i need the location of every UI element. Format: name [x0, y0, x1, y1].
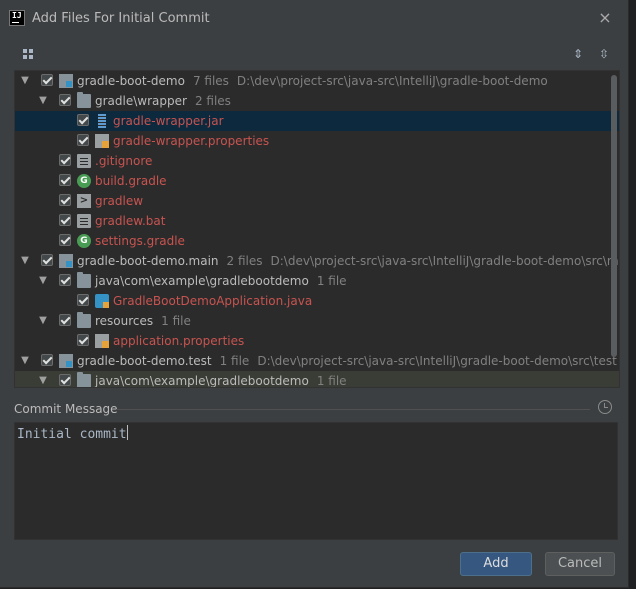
tree-row[interactable]: ▼ java\com\example\gradlebootdemo 1 file	[15, 271, 619, 291]
close-icon[interactable]: ×	[596, 8, 614, 27]
checkbox[interactable]	[41, 74, 53, 86]
chevron-down-icon[interactable]: ▼	[37, 271, 49, 291]
tree-row-label: gradlew.bat	[95, 214, 166, 228]
chevron-down-icon[interactable]: ▼	[37, 371, 49, 387]
tree-row-label: java\com\example\gradlebootdemo 1 file	[95, 274, 347, 288]
commit-message-label: Commit Message	[14, 402, 118, 416]
tree-row-label: resources 1 file	[95, 314, 191, 328]
tree-row[interactable]: G build.gradle	[15, 171, 619, 191]
tree-row[interactable]: ▼ gradle-boot-demo.main 2 files D:\dev\pro…	[15, 251, 619, 271]
commit-message-text[interactable]: Initial commit	[17, 425, 128, 442]
chevron-down-icon[interactable]: ▼	[37, 91, 49, 111]
checkbox[interactable]	[59, 214, 71, 226]
shell-script-icon: >	[77, 194, 91, 208]
tree-row[interactable]: GradleBootDemoApplication.java	[15, 291, 619, 311]
checkbox[interactable]	[59, 194, 71, 206]
checkbox[interactable]	[59, 94, 71, 106]
module-icon	[59, 354, 73, 368]
cancel-button[interactable]: Cancel	[545, 552, 615, 576]
chevron-down-icon[interactable]: ▼	[19, 351, 31, 371]
tree-row-label: build.gradle	[95, 174, 167, 188]
chevron-down-icon[interactable]: ▼	[19, 71, 31, 91]
gitignore-file-icon	[77, 154, 91, 168]
tree-row-label: gradle-wrapper.jar	[113, 114, 224, 128]
checkbox[interactable]	[77, 134, 89, 146]
group-by-icon[interactable]	[23, 49, 35, 61]
tree-row-label: application.properties	[113, 334, 245, 348]
chevron-down-icon[interactable]: ▼	[19, 251, 31, 271]
title-bar: IJ Add Files For Initial Commit ×	[0, 0, 628, 36]
tree-row[interactable]: application.properties	[15, 331, 619, 351]
tree-row[interactable]: ▼ resources 1 file	[15, 311, 619, 331]
expand-all-icon[interactable]: ⇕	[570, 46, 586, 62]
changes-tree[interactable]: ▼ gradle-boot-demo 7 files D:\dev\project-…	[14, 70, 620, 388]
checkbox[interactable]	[59, 274, 71, 286]
java-class-icon	[95, 294, 109, 308]
checkbox[interactable]	[59, 234, 71, 246]
tree-scrollbar[interactable]	[611, 75, 617, 357]
add-button[interactable]: Add	[460, 552, 532, 576]
gradle-file-icon: G	[77, 174, 91, 188]
tree-row-label: gradlew	[95, 194, 144, 208]
checkbox[interactable]	[77, 114, 89, 126]
checkbox[interactable]	[59, 174, 71, 186]
tree-row-label: gradle-boot-demo.test 1 file D:\dev\projec…	[77, 354, 617, 368]
checkbox[interactable]	[41, 254, 53, 266]
tree-row[interactable]: gradlew.bat	[15, 211, 619, 231]
tree-row-label: gradle-wrapper.properties	[113, 134, 270, 148]
tree-row[interactable]: > gradlew	[15, 191, 619, 211]
gradle-file-icon: G	[77, 234, 91, 248]
jar-file-icon	[98, 114, 106, 128]
collapse-all-icon[interactable]: ⇳	[596, 46, 612, 62]
text-caret	[126, 425, 128, 440]
checkbox[interactable]	[59, 314, 71, 326]
checkbox[interactable]	[59, 154, 71, 166]
intellij-app-icon: IJ	[9, 10, 25, 26]
module-icon	[59, 74, 73, 88]
separator	[116, 409, 590, 410]
tree-row[interactable]: ▼ gradle-boot-demo 7 files D:\dev\project-…	[15, 71, 619, 91]
commit-message-editor[interactable]: Initial commit	[14, 422, 618, 540]
add-files-dialog: IJ Add Files For Initial Commit × ⇕ ⇳ ▼ …	[0, 0, 629, 588]
checkbox[interactable]	[77, 334, 89, 346]
tree-row[interactable]: ▼ gradle\wrapper 2 files	[15, 91, 619, 111]
folder-icon	[77, 312, 91, 328]
tree-row-label: GradleBootDemoApplication.java	[113, 294, 313, 308]
text-file-icon	[77, 214, 91, 228]
tree-row[interactable]: ▼ java\com\example\gradlebootdemo 1 file	[15, 371, 619, 388]
folder-icon	[77, 372, 91, 387]
properties-file-icon	[95, 134, 109, 148]
checkbox[interactable]	[77, 294, 89, 306]
module-icon	[59, 254, 73, 268]
tree-row-label: settings.gradle	[95, 234, 185, 248]
dialog-title: Add Files For Initial Commit	[32, 11, 210, 26]
folder-icon	[77, 92, 91, 108]
tree-row[interactable]: G settings.gradle	[15, 231, 619, 251]
checkbox[interactable]	[41, 354, 53, 366]
chevron-down-icon[interactable]: ▼	[37, 311, 49, 331]
tree-row-label: gradle-boot-demo.main 2 files D:\dev\proje…	[77, 254, 620, 268]
history-icon[interactable]	[598, 400, 612, 414]
tree-row[interactable]: .gitignore	[15, 151, 619, 171]
tree-row[interactable]: gradle-wrapper.jar	[15, 111, 619, 131]
properties-file-icon	[95, 334, 109, 348]
tree-row[interactable]: ▼ gradle-boot-demo.test 1 file D:\dev\proj…	[15, 351, 619, 371]
tree-row-label: .gitignore	[95, 154, 153, 168]
folder-icon	[77, 272, 91, 288]
tree-row[interactable]: gradle-wrapper.properties	[15, 131, 619, 151]
tree-row-label: java\com\example\gradlebootdemo 1 file	[95, 374, 347, 388]
tree-row-label: gradle-boot-demo 7 files D:\dev\project-sr…	[77, 74, 548, 88]
tree-row-label: gradle\wrapper 2 files	[95, 94, 231, 108]
checkbox[interactable]	[59, 374, 71, 386]
